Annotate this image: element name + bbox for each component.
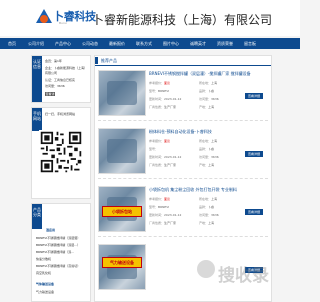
product-updated: 更新时间：2023-01-12 [149,213,182,217]
mobile-site-tab: 手机网站 [32,108,42,131]
product-image[interactable] [98,128,146,174]
info-line-verified: 认证：工商信息已核实 [45,78,76,82]
product-image-badge: 小袋拆包站 [102,206,142,217]
qr-code-icon [39,130,83,174]
product-location: 所在地：上海 [199,81,218,85]
product-image[interactable]: 气力输送设备 [98,244,146,290]
product-detail-button[interactable]: 查看详细 [245,151,263,157]
product-divider [98,178,268,179]
company-name: 卜睿新能源科技（上海）有限公司 [92,13,273,27]
product-visits: 访问量：3636 [199,155,219,159]
info-line-visits: 访问量：3636 [45,84,65,88]
product-model: 型号：BRNEVI [149,89,170,93]
product-category-panel: 产品分类 酒店用 BRNEVI不锈钢搅拌罐（双层灌） BRNEVI不锈钢搅拌罐（… [31,203,91,302]
logo-subtext: Burui [59,21,67,25]
product-divider [98,236,268,237]
company-logo[interactable]: 卜睿科技 Burui [36,7,96,29]
nav-contact[interactable]: 联系方式 [131,38,157,49]
product-divider [98,120,268,121]
category-item[interactable]: 快速分散机 [36,257,51,261]
product-name[interactable]: 粉体料仓-预料自动化设备-卜睿科技 [149,129,212,135]
mobile-site-panel: 手机网站 扫一扫，手机浏览网站 [31,107,91,199]
main-nav: 首页 公司介绍 产品中心 公司动态 最新报价 联系方式 图片中心 诚聘英才 资质… [0,38,300,49]
product-brand: 品牌：卜睿 [199,89,215,93]
nav-home[interactable]: 首页 [2,38,22,49]
product-visits: 访问量：3636 [199,213,219,217]
header-accent-bar [95,57,98,64]
nav-about[interactable]: 公司介绍 [23,38,49,49]
product-image[interactable] [98,70,146,116]
watermark-text: 搜收录 [218,266,269,286]
category-item[interactable]: 酒店用 [46,228,55,232]
product-visits: 访问量：3636 [199,97,219,101]
product-updated: 更新时间：2023-01-12 [149,155,182,159]
product-location: 所在地：上海 [199,197,218,201]
product-vendor-type: 厂商性质：生产厂家 [149,163,177,167]
info-line-company-2: 有限公司 [45,71,58,75]
product-detail-button[interactable]: 查看详细 [245,209,263,215]
product-price: 参考报价：面议 [149,139,171,143]
product-item: BRNEVI不锈钢搅拌罐（双层灌）-搅拌罐厂家 搅拌罐设备 参考报价：面议 所在… [95,68,271,128]
product-location: 所在地：上海 [199,139,218,143]
product-name[interactable]: 小袋拆包机 集尘粉尘回收 外包打包开袋 专业制料 [149,187,237,193]
category-item[interactable]: 真空乳化机 [36,271,51,275]
nav-quotes[interactable]: 最新报价 [104,38,130,49]
products-header: 推荐产品 [95,56,271,66]
product-vendor-type: 厂商性质：生产厂家 [149,105,177,109]
category-item[interactable]: BRNEVI不锈钢搅拌罐（双层灌） [36,236,80,240]
product-origin: 产地：上海 [199,105,215,109]
info-line-membership: 会员：第1年 [45,59,62,63]
product-detail-button[interactable]: 查看详细 [245,93,263,99]
category-item[interactable]: 气体输送设备 [36,282,54,286]
product-image[interactable]: 小袋拆包站 [98,186,146,232]
product-price: 参考报价：面议 [149,81,171,85]
category-item[interactable]: BRNEVI不锈钢搅拌罐（双层...） [36,243,80,247]
logo-dot-icon [40,15,48,23]
info-line-company: 企业：卜睿新能源科技（上海） [45,66,88,70]
products-title: 推荐产品 [101,58,117,63]
nav-jobs[interactable]: 诚聘英才 [185,38,211,49]
certification-panel: 认证信息 会员：第1年 企业：卜睿新能源科技（上海） 有限公司 认证：工商信息已… [31,55,91,103]
category-item[interactable]: 气力输送设备 [36,290,54,294]
product-origin: 产地：上海 [199,163,215,167]
site-header: 卜睿科技 Burui 卜睿新能源科技（上海）有限公司 [0,0,300,36]
product-model: 型号： [149,147,159,151]
nav-news[interactable]: 公司动态 [77,38,103,49]
product-brand: 品牌：卜睿 [199,147,215,151]
category-item[interactable]: BRNEVI不锈钢搅拌罐（高剪切） [36,264,80,268]
view-details-button[interactable]: 查看详细 [45,92,55,100]
nav-honors[interactable]: 资质荣誉 [212,38,238,49]
product-image-badge: 气力输送设备 [102,257,142,268]
nav-messages[interactable]: 留言板 [239,38,261,49]
product-item: 粉体料仓-预料自动化设备-卜睿科技 参考报价：面议 所在地：上海 型号： 品牌：… [95,126,271,186]
product-brand: 品牌：卜睿 [199,205,215,209]
nav-images[interactable]: 图片中心 [158,38,184,49]
product-origin: 产地：上海 [199,221,215,225]
product-updated: 更新时间：2023-01-12 [149,97,182,101]
qr-caption: 扫一扫，手机浏览网站 [45,112,76,116]
certification-tab: 认证信息 [32,56,42,102]
product-price: 参考报价：面议 [149,197,171,201]
nav-products[interactable]: 产品中心 [50,38,76,49]
product-item: 小袋拆包站 小袋拆包机 集尘粉尘回收 外包打包开袋 专业制料 参考报价：面议 所… [95,184,271,244]
category-item[interactable]: BRNEVI不锈钢搅拌罐（双... [36,250,74,254]
product-name[interactable]: BRNEVI不锈钢搅拌罐（双层灌）-搅拌罐厂家 搅拌罐设备 [149,71,251,77]
product-vendor-type: 厂商性质：生产厂家 [149,221,177,225]
product-model: 型号：BRNEVI [149,205,170,209]
product-category-tab: 产品分类 [32,204,42,229]
watermark-logo-icon [197,260,215,278]
